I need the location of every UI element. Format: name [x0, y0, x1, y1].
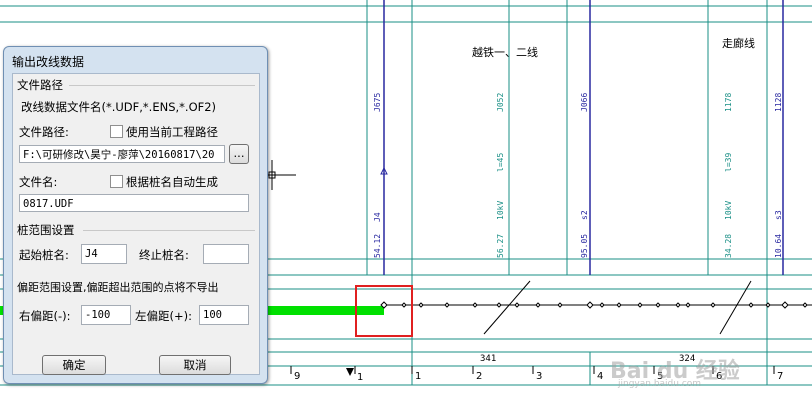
- pile-number-label: 1128: [774, 93, 783, 112]
- elevation-label: 56.27: [496, 234, 505, 258]
- file-path-input[interactable]: F:\可研修改\昊宁-廖萍\20160817\20: [19, 145, 225, 163]
- end-pile-label: 终止桩名:: [139, 248, 189, 262]
- elevation-label: 10.64: [774, 234, 783, 258]
- dialog-title: 输出改线数据: [12, 55, 85, 69]
- pile-name-label: s3: [774, 210, 783, 220]
- auto-name-checkbox[interactable]: [110, 175, 123, 188]
- range-group-title: 桩范围设置: [17, 223, 75, 237]
- ruler-label: 1: [357, 372, 363, 383]
- file-name-input[interactable]: 0817.UDF: [19, 194, 249, 212]
- pile-number-label: 1178: [724, 93, 733, 112]
- ok-button[interactable]: 确定: [42, 355, 106, 375]
- ruler-label: 3: [536, 371, 542, 382]
- span-length-label: l=45: [496, 153, 505, 172]
- dialog-body: 文件路径 改线数据文件名(*.UDF,*.ENS,*.OF2) 文件路径: 使用…: [12, 73, 260, 375]
- pile-number-label: J052: [496, 93, 505, 112]
- ruler-label: 7: [777, 371, 783, 382]
- browse-button[interactable]: ...: [229, 144, 249, 164]
- span-label: 341: [480, 354, 496, 364]
- cancel-button[interactable]: 取消: [159, 355, 231, 375]
- ruler-label: 2: [476, 371, 482, 382]
- file-path-label: 文件路径:: [19, 125, 69, 139]
- pile-number-label: J066: [580, 93, 589, 112]
- crossing-label: 走廊线: [722, 36, 755, 50]
- left-offset-label: 左偏距(+):: [135, 309, 192, 323]
- elevation-label: 34.28: [724, 234, 733, 258]
- voltage-label: 10kV: [724, 201, 733, 220]
- right-offset-input[interactable]: -100: [81, 305, 131, 325]
- right-offset-label: 右偏距(-):: [19, 309, 71, 323]
- watermark-url: jingyan.baidu.com: [618, 379, 702, 389]
- export-dialog: 输出改线数据 文件路径 改线数据文件名(*.UDF,*.ENS,*.OF2) 文…: [3, 46, 268, 384]
- elevation-label: 95.05: [580, 234, 589, 258]
- pile-name-label: J4: [373, 212, 382, 222]
- pile-number-label: J675: [373, 93, 382, 112]
- start-pile-input[interactable]: J4: [81, 244, 127, 264]
- ruler-label: 4: [597, 371, 603, 382]
- span-length-label: l=39: [724, 153, 733, 172]
- elevation-label: 54.12: [373, 234, 382, 258]
- group-divider: [83, 230, 255, 231]
- file-name-label: 文件名:: [19, 175, 58, 189]
- group-divider: [69, 85, 255, 86]
- file-name-hint: 改线数据文件名(*.UDF,*.ENS,*.OF2): [21, 100, 217, 114]
- ruler-label: 9: [294, 371, 300, 382]
- pile-name-label: s2: [580, 210, 589, 220]
- crossing-label: 越铁一、二线: [472, 45, 538, 59]
- ruler-label: 1: [415, 371, 421, 382]
- use-project-path-checkbox[interactable]: [110, 125, 123, 138]
- file-group-title: 文件路径: [17, 78, 63, 92]
- voltage-label: 10kV: [496, 201, 505, 220]
- left-offset-input[interactable]: 100: [199, 305, 249, 325]
- start-pile-label: 起始桩名:: [19, 248, 69, 262]
- offset-group-title: 偏距范围设置,偏距超出范围的点将不导出: [17, 281, 219, 294]
- end-pile-input[interactable]: [203, 244, 249, 264]
- use-project-path-label[interactable]: 使用当前工程路径: [126, 124, 218, 140]
- auto-name-label[interactable]: 根据桩名自动生成: [126, 174, 218, 190]
- ruler-marker-icon: [346, 368, 354, 376]
